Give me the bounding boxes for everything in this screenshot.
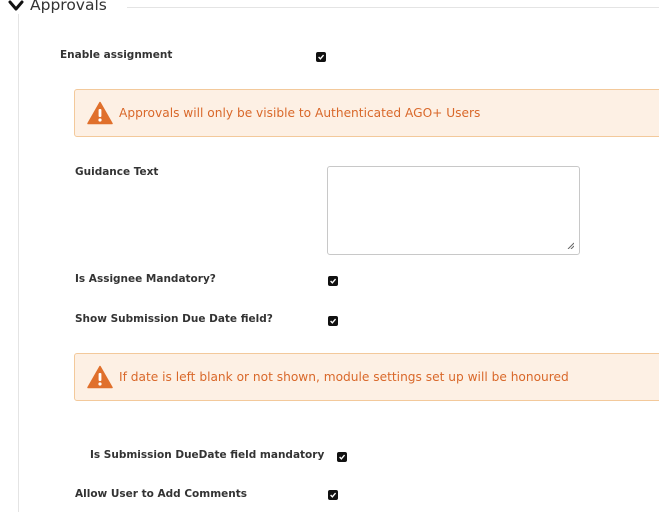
show-due-date-checkbox[interactable]: [328, 316, 338, 326]
checkmark-icon: [330, 492, 337, 498]
warning-icon: [87, 101, 113, 125]
assignee-mandatory-checkbox[interactable]: [328, 276, 338, 286]
fieldset-top-border: [127, 7, 659, 8]
checkmark-icon: [318, 54, 325, 60]
checkmark-icon: [339, 454, 346, 460]
alert-text: If date is left blank or not shown, modu…: [119, 370, 569, 384]
approvals-visibility-alert: Approvals will only be visible to Authen…: [74, 89, 659, 137]
warning-icon: [87, 365, 113, 389]
fieldset-left-border: [18, 14, 19, 512]
show-due-date-label: Show Submission Due Date field?: [75, 313, 273, 325]
due-date-mandatory-checkbox[interactable]: [337, 452, 347, 462]
chevron-down-icon[interactable]: [8, 0, 24, 12]
resize-handle-icon[interactable]: [567, 242, 574, 249]
alert-text: Approvals will only be visible to Authen…: [119, 106, 481, 120]
checkmark-icon: [330, 278, 337, 284]
section-title: Approvals: [30, 0, 107, 14]
due-date-note-alert: If date is left blank or not shown, modu…: [74, 353, 659, 401]
allow-comments-label: Allow User to Add Comments: [75, 488, 247, 500]
guidance-text-textarea[interactable]: [327, 166, 580, 255]
due-date-mandatory-label: Is Submission DueDate field mandatory: [90, 449, 325, 461]
guidance-text-label: Guidance Text: [75, 166, 159, 178]
allow-comments-checkbox[interactable]: [328, 490, 338, 500]
checkmark-icon: [330, 318, 337, 324]
approvals-section-toggle[interactable]: Approvals: [8, 0, 107, 14]
enable-assignment-label: Enable assignment: [60, 49, 173, 61]
assignee-mandatory-label: Is Assignee Mandatory?: [75, 273, 216, 285]
enable-assignment-checkbox[interactable]: [316, 52, 326, 62]
